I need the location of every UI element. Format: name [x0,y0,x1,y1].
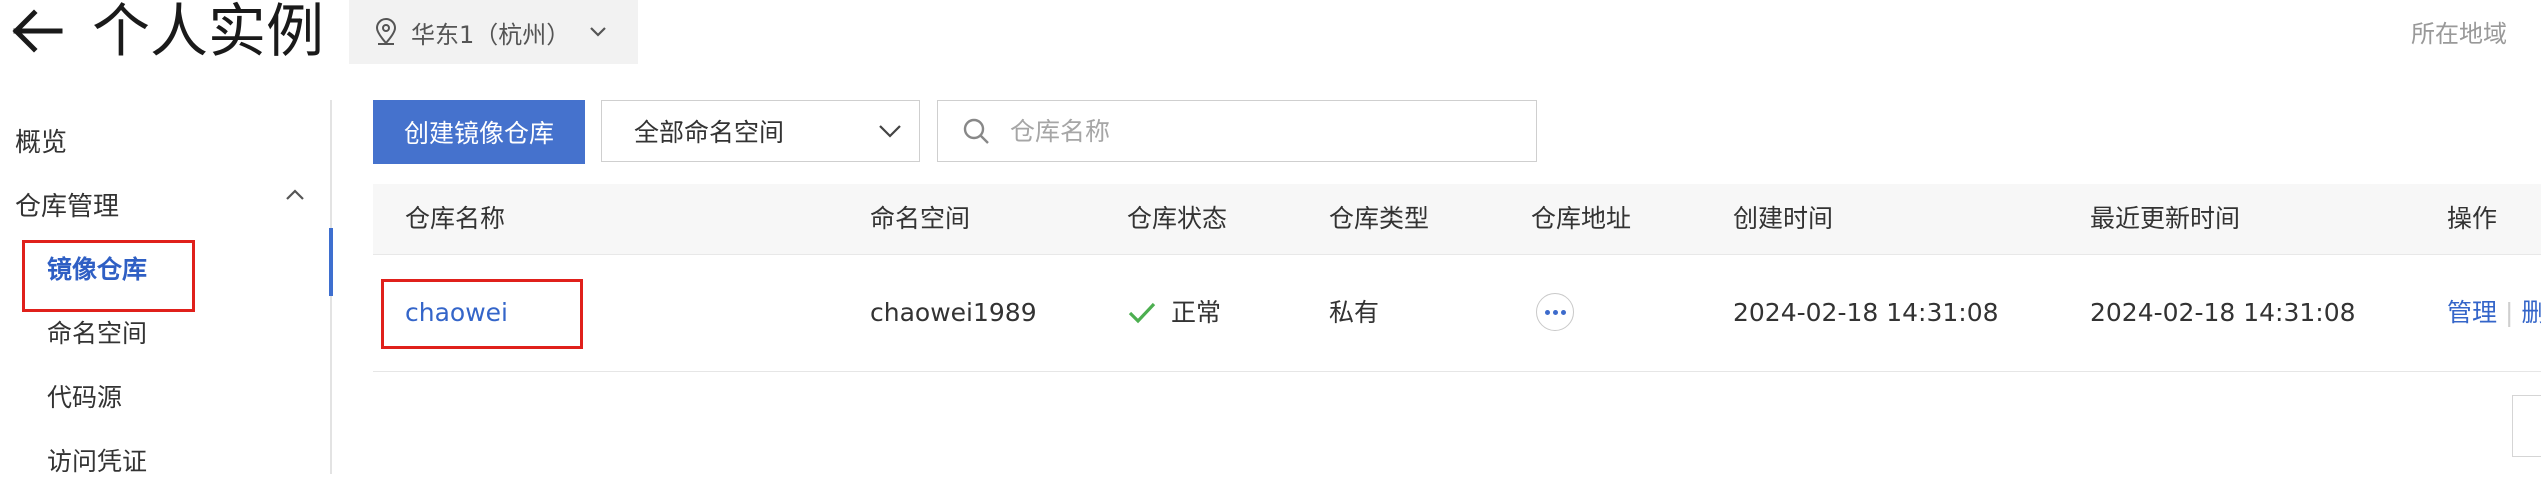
region-selector[interactable]: 华东1（杭州） [349,0,638,64]
namespace-select-value: 全部命名空间 [634,118,785,147]
col-status: 仓库状态 [1127,204,1228,233]
more-icon[interactable] [1536,293,1574,331]
col-actions: 操作 [2447,204,2498,233]
sidebar-item-namespace[interactable]: 命名空间 [47,314,147,350]
col-type: 仓库类型 [1329,204,1430,233]
repo-created-time: 2024-02-18 14:31:08 [1733,298,1999,327]
sidebar-item-overview[interactable]: 概览 [15,122,67,159]
create-repo-button[interactable]: 创建镜像仓库 [373,100,585,164]
table-header: 仓库名称 命名空间 仓库状态 仓库类型 仓库地址 创建时间 最近更新时间 操作 [373,184,2541,255]
namespace-select[interactable]: 全部命名空间 [601,100,920,162]
repo-namespace: chaowei1989 [870,298,1037,327]
region-label: 华东1（杭州） [411,20,571,49]
chevron-down-icon [879,125,901,138]
col-created: 创建时间 [1733,204,1834,233]
col-address: 仓库地址 [1531,204,1632,233]
check-icon [1128,302,1156,324]
page-title: 个人实例 [92,0,325,65]
repo-status: 正常 [1127,255,1221,371]
search-icon [963,118,989,144]
repo-actions: 管理 | 删 [2447,255,2541,371]
region-hint: 所在地域 [2411,20,2507,48]
search-box[interactable] [937,100,1537,162]
sidebar-item-access-credential[interactable]: 访问凭证 [47,442,147,478]
pagination-button[interactable] [2512,395,2541,457]
sidebar-item-repo-management[interactable]: 仓库管理 [15,186,119,223]
chevron-down-icon [590,27,607,37]
manage-link[interactable]: 管理 [2447,298,2497,327]
repo-name-link[interactable]: chaowei [405,255,508,371]
chevron-up-icon[interactable] [284,188,306,202]
table-row: chaowei chaowei1989 正常 私有 2024-02-18 14:… [373,255,2541,372]
col-updated: 最近更新时间 [2090,204,2241,233]
back-arrow-icon[interactable] [8,6,66,56]
repo-type: 私有 [1329,298,1380,327]
search-input[interactable] [1008,115,1492,147]
col-namespace: 命名空间 [870,204,971,233]
repo-updated-time: 2024-02-18 14:31:08 [2090,298,2356,327]
sidebar-item-image-repo[interactable]: 镜像仓库 [47,250,147,286]
action-separator: | [2504,298,2522,327]
sidebar-item-code-source[interactable]: 代码源 [47,378,122,414]
delete-link[interactable]: 删 [2521,298,2541,327]
sidebar-active-indicator [329,228,333,296]
location-pin-icon [375,18,397,45]
repo-status-text: 正常 [1171,298,1222,327]
col-repo-name: 仓库名称 [405,204,506,233]
